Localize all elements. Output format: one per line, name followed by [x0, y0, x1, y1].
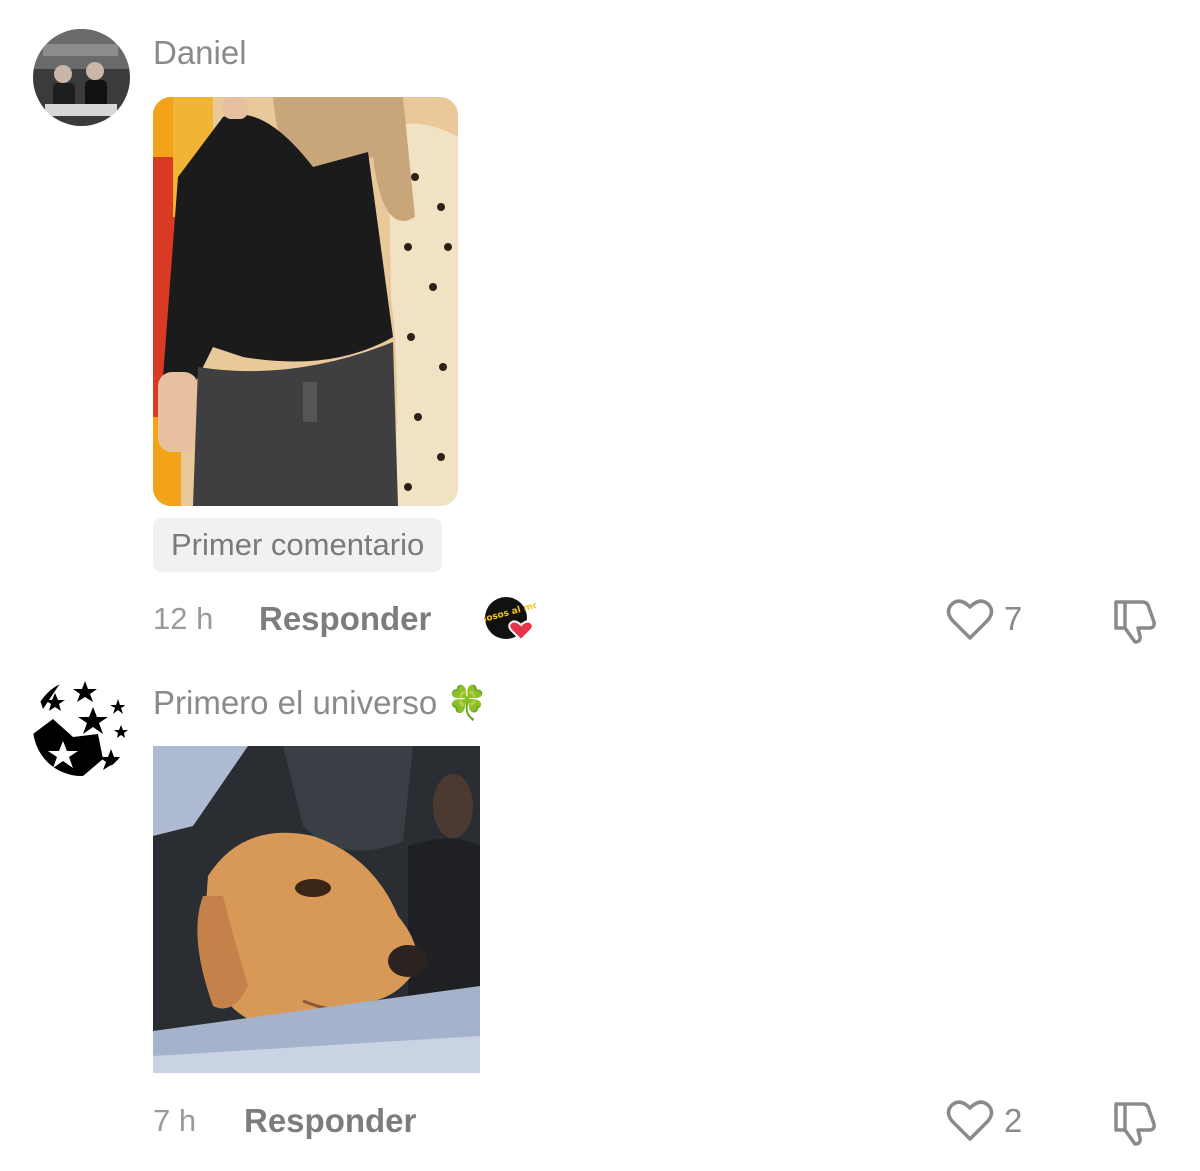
- thumbs-down-icon: [1114, 1102, 1156, 1146]
- comment-image-photo: [153, 746, 480, 1073]
- heart-icon: [946, 1100, 994, 1141]
- username[interactable]: Primero el universo 🍀: [153, 684, 488, 723]
- like-count: 2: [1004, 1102, 1023, 1139]
- dislike-button[interactable]: [1108, 1098, 1160, 1146]
- comment-time: 7 h: [153, 1103, 197, 1138]
- comment-image[interactable]: [153, 746, 480, 1073]
- avatar-stars: [33, 679, 130, 776]
- comment-item: Primero el universo 🍀 7 h Responder 2: [0, 0, 1200, 1171]
- avatar[interactable]: [33, 679, 130, 776]
- like-heart-icon[interactable]: [946, 1099, 994, 1143]
- username-text: Primero el universo: [153, 684, 438, 721]
- clover-emoji: 🍀: [446, 684, 488, 721]
- reply-button[interactable]: Responder: [244, 1102, 416, 1140]
